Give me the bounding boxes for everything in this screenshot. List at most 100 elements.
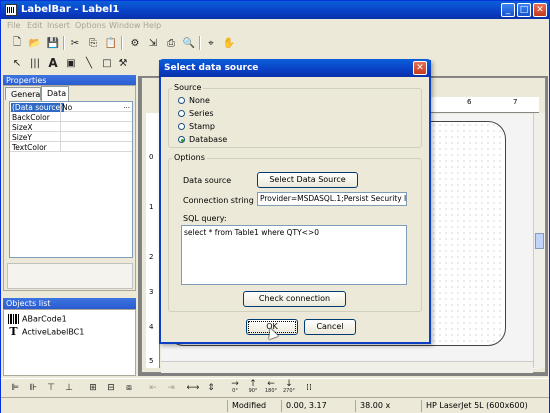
maximize-button[interactable]: □ — [517, 3, 531, 17]
same-height-icon[interactable]: ⇕ — [203, 380, 219, 396]
property-description — [7, 263, 133, 289]
rotate-270-icon[interactable]: ↓ 270° — [281, 380, 297, 396]
ruler-tick: 3 — [149, 288, 154, 296]
tools-icon[interactable]: ⚒ — [115, 55, 131, 71]
grid-divider — [60, 142, 61, 152]
text-icon[interactable]: A — [45, 55, 61, 71]
pointer-icon[interactable]: ↖ — [9, 55, 25, 71]
print-icon[interactable]: ⎙ — [163, 35, 179, 51]
ruler-tick: 0 — [149, 153, 154, 161]
barcode-icon[interactable]: ||| — [27, 55, 43, 71]
property-row-data-source[interactable]: (Data source) No ... — [10, 102, 132, 112]
status-bar: Modified 0.00, 3.17 38.00 x 18.00 HP Las… — [1, 397, 549, 413]
options-group-title: Options — [172, 153, 207, 162]
radio-stamp[interactable]: Stamp — [178, 122, 215, 131]
property-row-textcolor[interactable]: TextColor — [10, 142, 132, 152]
new-icon[interactable]: 🗋 — [9, 35, 25, 51]
property-row-backcolor[interactable]: BackColor — [10, 112, 132, 122]
grid-divider — [60, 102, 61, 112]
grid-icon[interactable]: ⁞⁞ — [301, 380, 317, 396]
objects-toolbar: ↖ ||| A ▣ ╲ □ ⚒ — [3, 55, 133, 73]
tab-general[interactable]: General — [5, 87, 43, 100]
data-source-label: Data source — [183, 176, 232, 185]
toolbar-separator — [63, 36, 65, 50]
group-icon[interactable]: ⊞ — [85, 380, 101, 396]
menu-window[interactable]: Window — [109, 21, 141, 30]
center-icon[interactable]: ⌖ — [203, 35, 219, 51]
export-icon[interactable]: ⇲ — [145, 35, 161, 51]
text-icon: T — [9, 325, 18, 338]
menu-options[interactable]: Options — [75, 21, 106, 30]
app-barcode-icon — [5, 4, 17, 16]
radio-button[interactable] — [178, 123, 185, 130]
align-middle-icon[interactable]: ⊥ — [61, 380, 77, 396]
open-icon[interactable]: 📂 — [27, 35, 43, 51]
radio-database[interactable]: Database — [178, 135, 227, 144]
layout-toolbar: ⊫ ⊪ ⊤ ⊥ ⊞ ⊟ ⧈ ⇤ ⇥ ⟷ ⇕ → 0° ↑ 90° ← 180° ↓ 27… — [1, 378, 549, 396]
status-state: Modified — [227, 400, 279, 412]
send-back-icon[interactable]: ⇥ — [163, 380, 179, 396]
tab-data[interactable]: Data — [41, 86, 69, 101]
connection-string-field[interactable]: Provider=MSDASQL.1;Persist Security Info… — [257, 192, 407, 206]
vertical-scrollbar[interactable] — [533, 113, 545, 368]
image-icon[interactable]: ▣ — [63, 55, 79, 71]
align-top-icon[interactable]: ⊤ — [43, 380, 59, 396]
radio-button[interactable] — [178, 97, 185, 104]
vertical-ruler: 0 1 2 3 4 5 — [146, 113, 160, 368]
bring-front-icon[interactable]: ⇤ — [145, 380, 161, 396]
align-left-icon[interactable]: ⊫ — [7, 380, 23, 396]
list-item[interactable]: T ActiveLabelBC1 — [8, 325, 85, 339]
property-row-sizex[interactable]: SizeX — [10, 122, 132, 132]
horizontal-scrollbar[interactable] — [161, 361, 533, 373]
object-label: ActiveLabelBC1 — [22, 327, 85, 337]
dialog-close-button[interactable]: ✕ — [413, 61, 427, 75]
rectangle-icon[interactable]: □ — [99, 55, 115, 71]
menu-file[interactable]: File — [7, 21, 20, 30]
grid-divider — [60, 122, 61, 132]
cancel-button[interactable]: Cancel — [304, 319, 356, 335]
property-key: TextColor — [12, 143, 47, 152]
rotate-0-label: 0° — [232, 388, 238, 394]
menu-bar: File Edit Insert Options Window Help — [1, 19, 549, 33]
radio-series[interactable]: Series — [178, 109, 214, 118]
align-center-icon[interactable]: ⊪ — [25, 380, 41, 396]
main-toolbar: 🗋 📂 💾 ✂ ⎘ 📋 ⚙ ⇲ ⎙ 🔍 ⌖ ✋ — [3, 35, 243, 53]
radio-label: Database — [189, 135, 228, 144]
rotate-90-icon[interactable]: ↑ 90° — [245, 380, 261, 396]
ruler-tick: 6 — [467, 98, 472, 106]
copy-icon[interactable]: ⎘ — [85, 35, 101, 51]
close-button[interactable]: ✕ — [533, 3, 547, 17]
paste-icon[interactable]: 📋 — [103, 35, 119, 51]
property-row-sizey[interactable]: SizeY — [10, 132, 132, 142]
save-icon[interactable]: 💾 — [45, 35, 61, 51]
dialog-title: Select data source — [159, 59, 431, 77]
line-icon[interactable]: ╲ — [81, 55, 97, 71]
hand-icon[interactable]: ✋ — [221, 35, 237, 51]
same-width-icon[interactable]: ⟷ — [185, 380, 201, 396]
source-group-title: Source — [172, 83, 204, 92]
ellipsis-button[interactable]: ... — [123, 102, 130, 110]
rotate-180-icon[interactable]: ← 180° — [263, 380, 279, 396]
scroll-thumb[interactable] — [535, 233, 544, 249]
radio-button-selected[interactable] — [178, 136, 185, 143]
radio-none[interactable]: None — [178, 96, 210, 105]
select-data-source-button[interactable]: Select Data Source — [257, 172, 358, 188]
window-title: LabelBar - Label1 — [21, 4, 120, 15]
menu-help[interactable]: Help — [143, 21, 161, 30]
rotate-90-label: 90° — [248, 388, 258, 394]
lock-icon[interactable]: ⧈ — [121, 380, 137, 396]
property-key: SizeX — [12, 123, 33, 132]
cut-icon[interactable]: ✂ — [67, 35, 83, 51]
sql-query-textarea[interactable]: select * from Table1 where QTY<>0 — [181, 225, 407, 285]
status-printer: HP LaserJet 5L (600x600) — [421, 400, 547, 412]
ungroup-icon[interactable]: ⊟ — [103, 380, 119, 396]
radio-label: Stamp — [189, 122, 215, 131]
check-connection-button[interactable]: Check connection — [243, 291, 346, 307]
minimize-button[interactable]: _ — [501, 3, 515, 17]
menu-edit[interactable]: Edit — [27, 21, 43, 30]
menu-insert[interactable]: Insert — [47, 21, 70, 30]
radio-button[interactable] — [178, 110, 185, 117]
print-preview-icon[interactable]: 🔍 — [181, 35, 197, 51]
print-setup-icon[interactable]: ⚙ — [127, 35, 143, 51]
rotate-0-icon[interactable]: → 0° — [227, 380, 243, 396]
